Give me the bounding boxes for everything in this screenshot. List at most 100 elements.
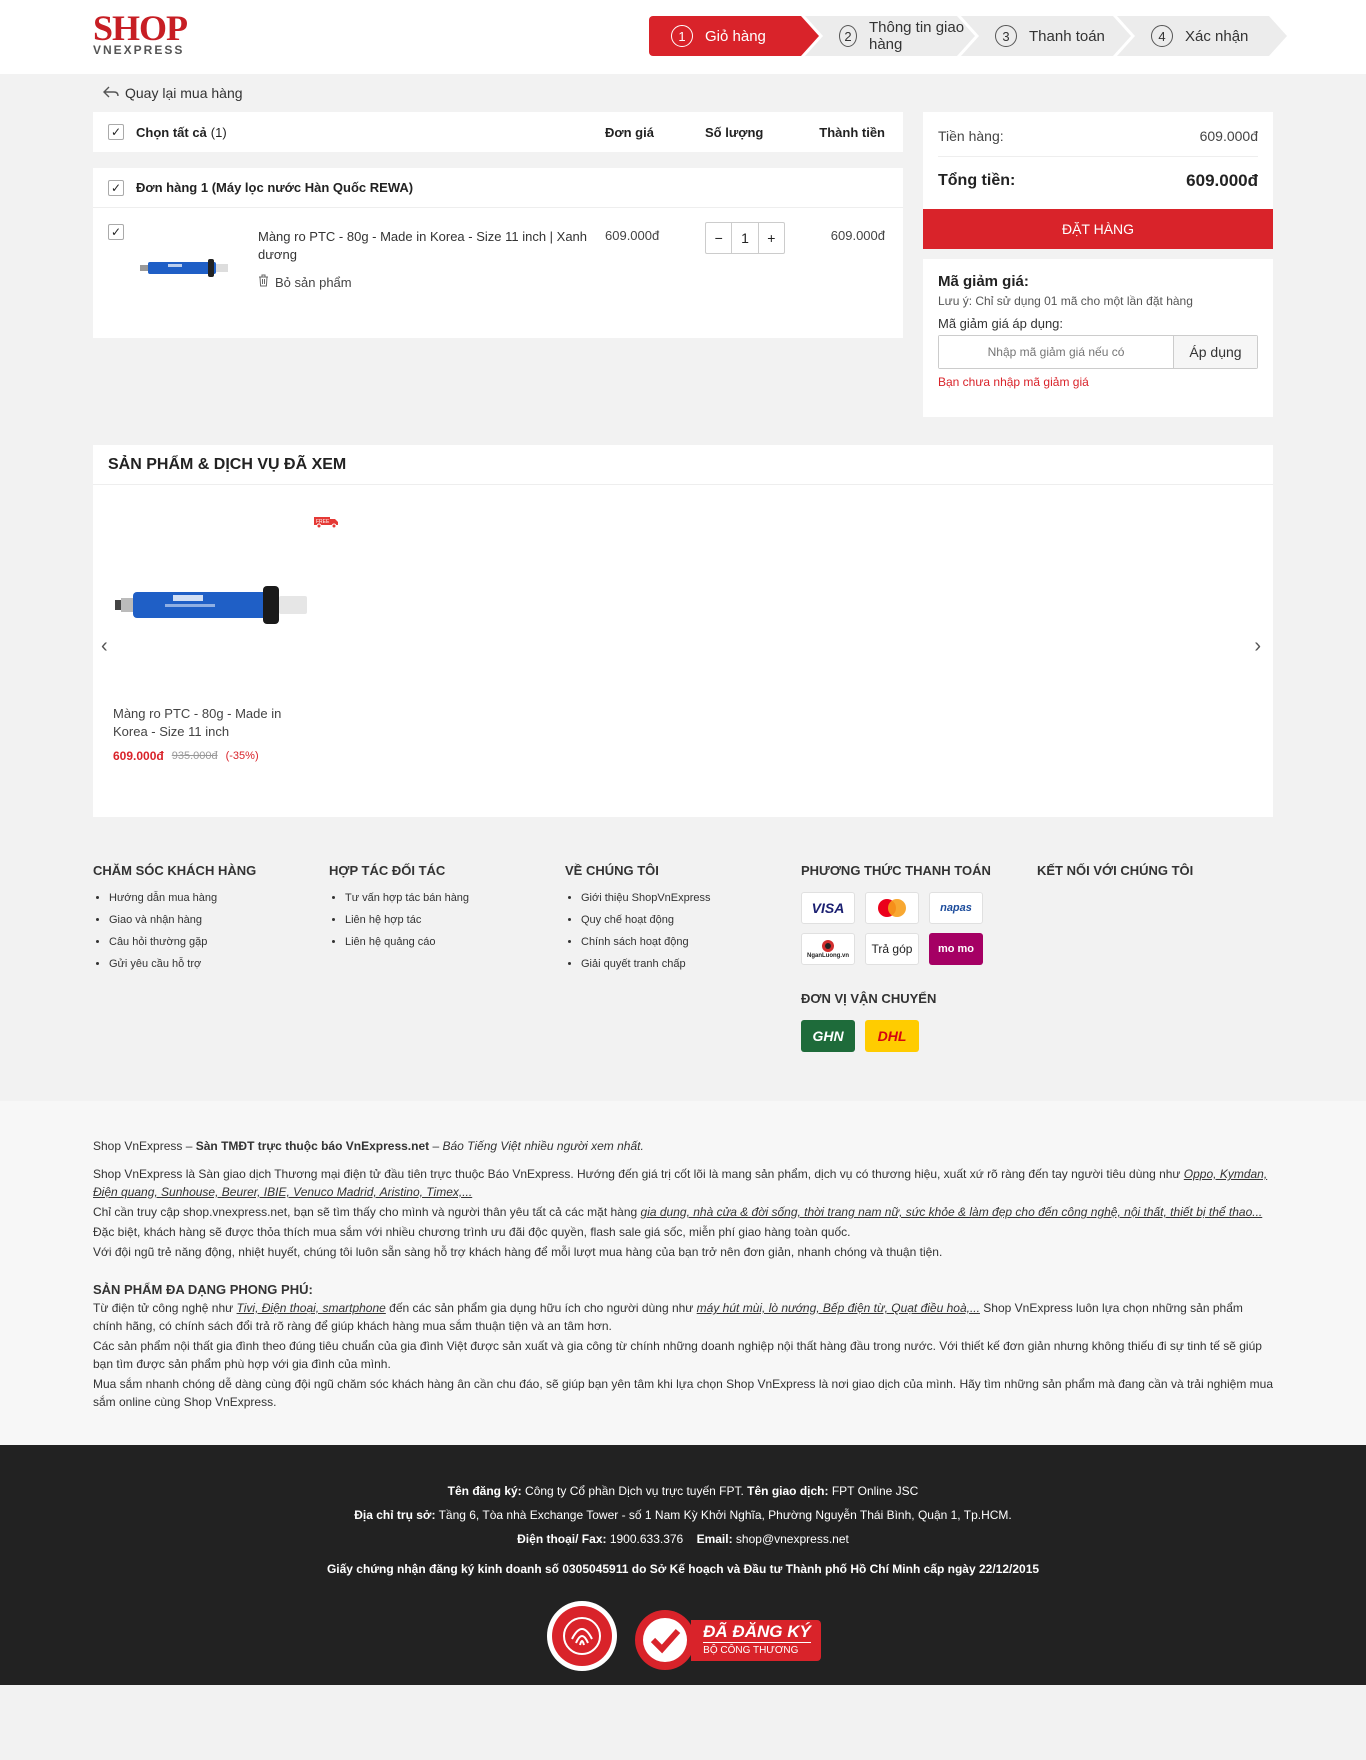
badge-main-text: ĐÃ ĐĂNG KÝ	[703, 1621, 811, 1641]
coupon-note: Lưu ý: Chỉ sử dụng 01 mã cho một lần đặt…	[938, 294, 1193, 308]
footer-link[interactable]: Hướng dẫn mua hàng	[109, 892, 217, 904]
back-to-shopping-link[interactable]: Quay lại mua hàng	[93, 74, 1273, 112]
footer-link[interactable]: Liên hệ quảng cáo	[345, 936, 436, 948]
step-label: Thanh toán	[1029, 27, 1105, 45]
order-checkbox[interactable]: ✓	[108, 179, 124, 196]
step-number: 4	[1151, 25, 1173, 47]
free-shipping-truck-icon: FREE	[313, 515, 339, 532]
step-label: Xác nhận	[1185, 27, 1249, 45]
footer-partner: HỢP TÁC ĐỐI TÁC Tư vấn hợp tác bán hàng …	[329, 863, 565, 1052]
legal-footer: Tên đăng ký: Công ty Cổ phần Dịch vụ trự…	[0, 1445, 1366, 1685]
step-confirm[interactable]: 4 Xác nhận	[1117, 16, 1287, 56]
discount-percent: (-35%)	[225, 750, 259, 762]
item-checkbox[interactable]: ✓	[108, 224, 124, 240]
place-order-button[interactable]: ĐẶT HÀNG	[923, 209, 1273, 249]
about-paragraph: Đặc biệt, khách hàng sẽ được thỏa thích …	[93, 1225, 851, 1239]
step-number: 3	[995, 25, 1017, 47]
remove-label: Bỏ sản phẩm	[275, 274, 352, 290]
footer-link[interactable]: Giải quyết tranh chấp	[581, 958, 686, 970]
step-shipping-info[interactable]: 2 Thông tin giao hàng	[805, 16, 975, 56]
logo-text: SHOP	[93, 8, 188, 48]
subtotal-label: Tiền hàng:	[938, 128, 1004, 144]
select-all-count: (1)	[210, 124, 227, 140]
footer: CHĂM SÓC KHÁCH HÀNG Hướng dẫn mua hàng G…	[0, 837, 1366, 1101]
about-paragraph: Chỉ cần truy cập shop.vnexpress.net, bạn…	[93, 1205, 1263, 1219]
business-license: Giấy chứng nhận đăng ký kinh doanh số 03…	[326, 1562, 1040, 1576]
about-paragraph: Với đội ngũ trẻ năng động, nhiệt huyết, …	[93, 1245, 943, 1259]
remove-product-button[interactable]: Bỏ sản phẩm	[258, 274, 352, 290]
footer-link[interactable]: Tư vấn hợp tác bán hàng	[345, 892, 469, 904]
coupon-input[interactable]	[939, 336, 1173, 368]
order-header: ✓ Đơn hàng 1 (Máy lọc nước Hàn Quốc REWA…	[93, 168, 903, 208]
order-summary: Tiền hàng: 609.000đ Tổng tiền: 609.000đ …	[923, 112, 1273, 417]
total-value: 609.000đ	[1186, 171, 1258, 190]
viewed-carousel: ‹ › FREE Màng ro PTC - 80g - Made in Kor…	[93, 485, 1273, 817]
footer-about: VỀ CHÚNG TÔI Giới thiệu ShopVnExpress Qu…	[565, 863, 801, 1052]
trash-icon	[258, 274, 269, 290]
payment-methods: VISA napas NganLuong.vn Trả góp mo mo	[801, 892, 1037, 965]
product-card-title[interactable]: Màng ro PTC - 80g - Made in Korea - Size…	[113, 705, 313, 741]
shop-logo[interactable]: SHOP VNEXPRESS	[93, 8, 188, 56]
coupon-label: Mã giảm giá áp dụng:	[938, 316, 1064, 331]
back-label: Quay lại mua hàng	[125, 85, 243, 101]
napas-logo: napas	[929, 892, 983, 924]
check-badge-icon	[635, 1610, 696, 1670]
appliance-links[interactable]: máy hút mùi, lò nướng, Bếp điện từ, Quạt…	[697, 1301, 980, 1315]
carousel-prev-icon[interactable]: ‹	[101, 635, 108, 658]
mastercard-logo	[865, 892, 919, 924]
nganluong-logo: NganLuong.vn	[801, 933, 855, 965]
decrease-qty-button[interactable]: −	[706, 223, 731, 253]
step-payment[interactable]: 3 Thanh toán	[961, 16, 1131, 56]
about-paragraph: Từ điện tử công nghệ như Tivi, Điện thoạ…	[93, 1301, 1243, 1333]
footer-link[interactable]: Giao và nhận hàng	[109, 914, 202, 926]
step-label: Thông tin giao hàng	[868, 19, 965, 53]
quantity-value[interactable]: 1	[731, 223, 759, 253]
category-links[interactable]: gia dụng, nhà cửa & đời sống, thời trang…	[641, 1205, 1263, 1219]
coupon-error: Bạn chưa nhập mã giảm giá	[938, 375, 1089, 389]
svg-text:FREE: FREE	[316, 519, 330, 525]
about-headline: Shop VnExpress – Sàn TMĐT trực thuộc báo…	[93, 1139, 644, 1153]
about-subheading: SẢN PHẨM ĐA DẠNG PHONG PHÚ:	[93, 1282, 313, 1297]
original-price: 935.000đ	[171, 750, 218, 762]
tech-links[interactable]: Tivi, Điện thoại, smartphone	[237, 1301, 386, 1315]
total-label: Tổng tiền:	[938, 172, 1016, 189]
footer-link[interactable]: Quy chế hoạt động	[581, 914, 674, 926]
fingerprint-badge-icon[interactable]	[545, 1599, 619, 1681]
momo-logo: mo mo	[929, 933, 983, 965]
line-total: 609.000đ	[830, 228, 885, 243]
sale-price: 609.000đ	[113, 749, 164, 763]
shipping-carriers: GHN DHL	[801, 1020, 1037, 1052]
quantity-stepper: − 1 +	[705, 222, 785, 254]
footer-link[interactable]: Giới thiệu ShopVnExpress	[581, 892, 711, 904]
product-thumbnail[interactable]	[138, 253, 238, 283]
order-group: ✓ Đơn hàng 1 (Máy lọc nước Hàn Quốc REWA…	[93, 168, 903, 338]
footer-link[interactable]: Liên hệ hợp tác	[345, 914, 421, 926]
checkout-steps: 1 Giỏ hàng 2 Thông tin giao hàng 3 Thanh…	[649, 16, 1273, 56]
viewed-products: SẢN PHẨM & DỊCH VỤ ĐÃ XEM ‹ › FREE Màng …	[93, 445, 1273, 817]
select-all-checkbox[interactable]: ✓	[108, 124, 124, 140]
about-paragraph: Các sản phẩm nội thất gia đình theo đúng…	[93, 1339, 1262, 1371]
footer-link[interactable]: Gửi yêu cầu hỗ trợ	[109, 958, 201, 970]
increase-qty-button[interactable]: +	[759, 223, 784, 253]
footer-link[interactable]: Chính sách hoạt động	[581, 936, 689, 948]
product-name[interactable]: Màng ro PTC - 80g - Made in Korea - Size…	[258, 228, 588, 264]
divider	[938, 156, 1258, 157]
registered-moit-badge[interactable]: ĐÃ ĐĂNG KÝ BỘ CÔNG THƯƠNG	[633, 1608, 821, 1672]
visa-logo: VISA	[801, 892, 855, 924]
product-card[interactable]: FREE Màng ro PTC - 80g - Made in Korea -…	[113, 515, 338, 763]
unit-price: 609.000đ	[605, 228, 660, 243]
apply-coupon-button[interactable]: Áp dụng	[1173, 336, 1257, 368]
about-paragraph: Mua sắm nhanh chóng dễ dàng cùng đội ngũ…	[93, 1377, 1273, 1409]
coupon-title: Mã giảm giá:	[938, 273, 1029, 290]
step-cart[interactable]: 1 Giỏ hàng	[649, 16, 819, 56]
product-image[interactable]: FREE	[113, 515, 338, 685]
about-section: Shop VnExpress – Sàn TMĐT trực thuộc báo…	[0, 1101, 1366, 1445]
total-row: Tổng tiền: 609.000đ	[938, 163, 1258, 199]
footer-link[interactable]: Câu hỏi thường gặp	[109, 936, 207, 948]
step-number: 2	[839, 25, 857, 47]
legal-line: Điện thoại/ Fax: 1900.633.376 Email: sho…	[517, 1532, 849, 1546]
footer-payment: PHƯƠNG THỨC THANH TOÁN VISA napas NganLu…	[801, 863, 1037, 1052]
carousel-next-icon[interactable]: ›	[1254, 635, 1261, 658]
footer-shipping-title: ĐƠN VỊ VẬN CHUYỂN	[801, 991, 937, 1006]
back-arrow-icon	[103, 85, 119, 102]
